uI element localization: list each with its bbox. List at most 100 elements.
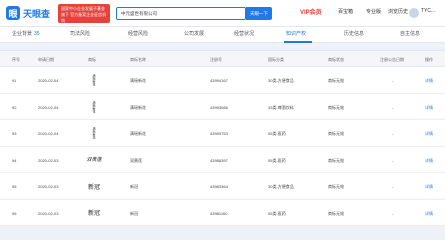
announcement-date: - <box>392 78 394 83</box>
detail-link[interactable]: 详情 <box>425 105 433 111</box>
trademark-name: 新冠 <box>130 210 138 216</box>
trademark-status: 商标无效 <box>328 184 344 189</box>
application-date: 2020-02-03 <box>38 210 59 216</box>
row-number: 96 <box>12 210 17 216</box>
column-header: 注册公告日期 <box>380 57 404 62</box>
tab-history[interactable]: 历史信息 <box>344 30 364 37</box>
tab-label: 历史信息 <box>344 31 365 37</box>
registration-number: 43994167 <box>210 78 228 83</box>
tab-label: 自主信息 <box>400 31 421 37</box>
trademark-name: 满瑶新花 <box>130 78 146 83</box>
trademark-image-text: 满瑶新花 <box>92 74 96 86</box>
application-date: 2020-02-04 <box>38 78 59 83</box>
search-button-label: 天眼一下 <box>250 10 268 16</box>
international-class: 30类-方便食品 <box>268 78 294 83</box>
trademark-image[interactable]: 双黄莲 <box>84 151 104 169</box>
nav-item-user[interactable]: TYC... <box>421 8 435 14</box>
trademark-status: 商标无效 <box>328 157 344 163</box>
active-tab-indicator <box>284 41 312 43</box>
trademark-image-text: 新冠 <box>87 183 100 191</box>
registration-number: 43990753 <box>210 131 228 136</box>
trademark-status: 商标无效 <box>328 78 344 83</box>
trademark-image[interactable]: 新冠 <box>84 204 104 222</box>
tab-intellectual-property[interactable]: 知识产权 <box>286 30 306 37</box>
row-number: 93 <box>12 131 17 136</box>
nav-vip[interactable]: VIP会员 <box>300 7 322 16</box>
trademark-name: 满瑶新花 <box>130 104 146 110</box>
trademark-name: 新冠 <box>130 184 138 189</box>
column-header: 序号 <box>12 57 20 62</box>
row-number: 92 <box>12 104 17 110</box>
application-date: 2020-02-03 <box>38 157 59 163</box>
column-header: 商标状态 <box>328 57 344 62</box>
registration-number: 43993086 <box>210 104 228 110</box>
table-row: 95 2020-02-03 新冠 43983364 30类-方便食品 商标无效 - 详情 新冠 <box>0 173 445 200</box>
registration-number: 43983364 <box>210 184 228 189</box>
table-row: 91 2020-02-04 满瑶新花 43994167 30类-方便食品 商标无效 - 详情 满… <box>0 67 445 94</box>
section-tabs: 企业背景 35 司法风险 经营风险 公司发展 经营状况 知识产权 历史信息 自主信… <box>0 27 445 43</box>
table-row: 94 2020-02-03 双黄莲 43988397 05类-医药 商标无效 - 详情 双黄莲 <box>0 146 445 173</box>
announcement-date: - <box>392 184 394 189</box>
table-row: 93 2020-02-04 满瑶新花 43990753 05类-医药 商标无效 - 详情 满瑶新… <box>0 120 445 147</box>
column-header: 申请日期 <box>38 57 54 62</box>
avatar[interactable] <box>409 8 419 18</box>
trademark-status: 商标无效 <box>328 131 344 136</box>
promo-banner[interactable]: 国家中小企业发展子基金旗下 官方备案企业征信机构 <box>58 4 110 23</box>
trademark-status: 商标无效 <box>328 104 344 110</box>
international-class: 05类-医药 <box>268 157 286 163</box>
logo-text: 天眼查 <box>23 8 51 19</box>
search-button[interactable]: 天眼一下 <box>246 7 272 20</box>
row-number: 91 <box>12 78 17 83</box>
search-input[interactable]: 中元盛世有限公司 <box>116 7 246 20</box>
row-number: 95 <box>12 184 17 189</box>
trademark-image[interactable]: 新冠 <box>84 177 104 195</box>
detail-link[interactable]: 详情 <box>425 211 433 217</box>
nav-item-pro[interactable]: 专业版 <box>366 8 381 15</box>
trademark-image[interactable]: 满瑶新花 <box>84 98 104 116</box>
tab-legal-risk[interactable]: 司法风险 <box>70 30 90 37</box>
registration-number: 43988397 <box>210 157 228 163</box>
registration-number: 43981160 <box>210 210 228 216</box>
international-class: 33类-啤酒饮料 <box>268 104 294 110</box>
tab-label: 公司发展 <box>184 31 205 37</box>
international-class: 05类-医药 <box>268 131 286 136</box>
detail-link[interactable]: 详情 <box>425 78 433 84</box>
application-date: 2020-02-03 <box>38 184 59 189</box>
table-row: 96 2020-02-03 新冠 43981160 05类-医药 商标无效 - 详情 新冠 <box>0 199 445 226</box>
trademark-image[interactable]: 满瑶新花 <box>84 124 104 142</box>
tab-operating-status[interactable]: 经营状况 <box>234 30 254 37</box>
column-header: 注册号 <box>210 57 222 62</box>
application-date: 2020-02-04 <box>38 131 59 136</box>
trademark-image-text: 满瑶新花 <box>92 127 96 139</box>
trademark-image-text: 新冠 <box>87 210 100 217</box>
tab-company-background[interactable]: 企业背景 35 <box>12 30 40 37</box>
table-header: 序号 申请日期 商标 商标名称 注册号 国际分类 商标状态 注册公告日期 操作 <box>0 50 445 67</box>
site-logo[interactable]: 眼 天眼查 <box>6 5 50 21</box>
tab-label: 企业背景 <box>12 31 33 37</box>
table-row: 92 2020-02-04 满瑶新花 43993086 33类-啤酒饮料 商标无效 - 详情 满… <box>0 93 445 120</box>
column-header: 国际分类 <box>268 57 284 62</box>
column-header: 商标 <box>88 57 96 62</box>
top-bar: 眼 天眼查 国家中小企业发展子基金旗下 官方备案企业征信机构 中元盛世有限公司 … <box>0 0 445 27</box>
detail-link[interactable]: 详情 <box>425 131 433 137</box>
announcement-date: - <box>392 131 394 136</box>
announcement-date: - <box>392 104 394 110</box>
tab-label: 经营状况 <box>234 31 255 37</box>
tab-development[interactable]: 公司发展 <box>184 30 204 37</box>
trademark-name: 满瑶新花 <box>130 131 146 136</box>
trademark-image-text: 满瑶新花 <box>92 100 96 113</box>
tab-label: 知识产权 <box>286 31 307 37</box>
row-number: 94 <box>12 157 17 163</box>
announcement-date: - <box>392 210 394 216</box>
tab-self-info[interactable]: 自主信息 <box>400 30 420 37</box>
nav-item-history[interactable]: 浏览历史 <box>388 8 408 15</box>
detail-link[interactable]: 详情 <box>425 184 433 190</box>
trademark-image[interactable]: 满瑶新花 <box>84 71 104 89</box>
trademark-table: 序号 申请日期 商标 商标名称 注册号 国际分类 商标状态 注册公告日期 操作 … <box>0 50 445 226</box>
nav-item-toolbox[interactable]: 百宝箱 <box>338 8 353 15</box>
detail-link[interactable]: 详情 <box>425 158 433 164</box>
tab-label: 经营风险 <box>128 31 149 37</box>
tab-operation-risk[interactable]: 经营风险 <box>128 30 148 37</box>
trademark-status: 商标无效 <box>328 210 344 216</box>
tab-label: 司法风险 <box>70 31 91 37</box>
